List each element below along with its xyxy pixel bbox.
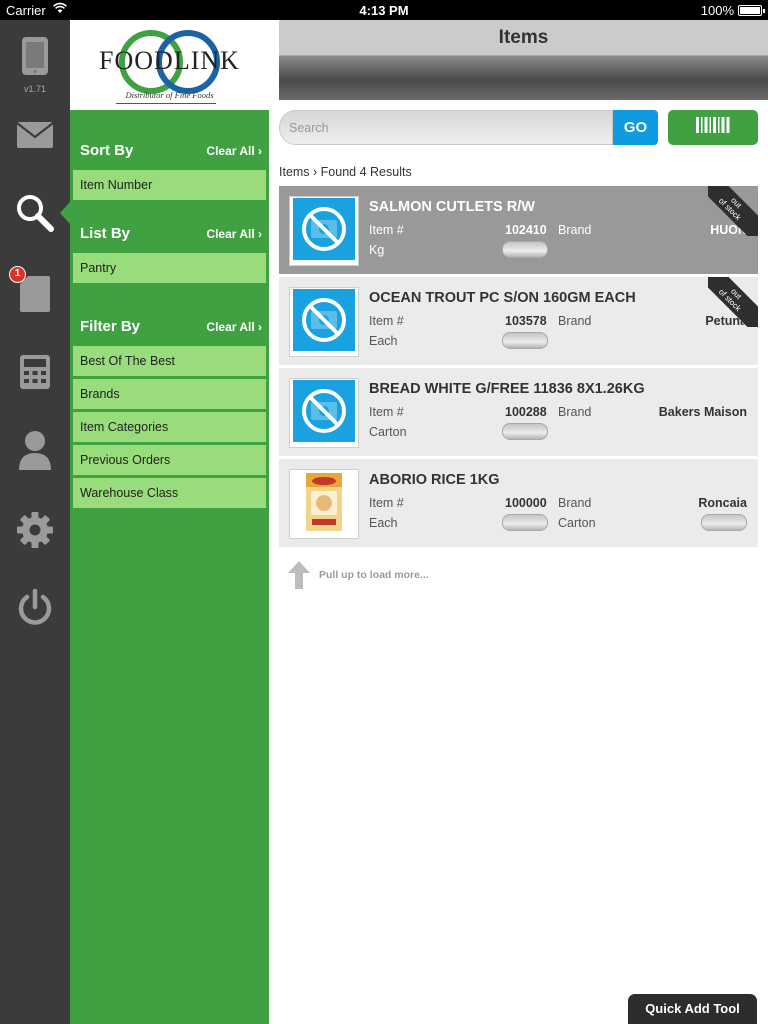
- item-thumbnail: [289, 469, 359, 539]
- search-input[interactable]: [289, 118, 599, 138]
- quantity-pill[interactable]: [502, 423, 548, 440]
- brand-label: Brand: [558, 496, 592, 510]
- clock: 4:13 PM: [359, 3, 409, 18]
- items-content: Items GO Items › Found 4 Results SALMON …: [279, 20, 768, 1024]
- user-icon[interactable]: [0, 420, 70, 480]
- breadcrumb: Items › Found 4 Results: [279, 165, 412, 179]
- item-number: 100000: [505, 496, 547, 510]
- rice-package-image: [304, 471, 344, 538]
- list-by-title: List By: [80, 225, 131, 242]
- list-item[interactable]: BREAD WHITE G/FREE 11836 8X1.26KG Item #…: [279, 368, 758, 456]
- notification-badge: 1: [9, 266, 26, 283]
- status-bar: Carrier 4:13 PM 100%: [0, 0, 768, 20]
- item-name: OCEAN TROUT PC S/ON 160GM EACH: [369, 290, 636, 306]
- list-item[interactable]: SALMON CUTLETS R/W Item # 102410 Brand H…: [279, 186, 758, 274]
- quantity-pill[interactable]: [502, 241, 548, 258]
- tablet-icon[interactable]: [0, 26, 70, 86]
- calculator-icon[interactable]: [0, 342, 70, 402]
- power-icon[interactable]: [0, 578, 70, 638]
- filter-option-warehouse-class[interactable]: Warehouse Class: [73, 478, 266, 508]
- barcode-icon: [696, 117, 730, 138]
- brand-name: Bakers Maison: [658, 405, 747, 419]
- foodlink-logo: FOODLINK Distributor of Fine Foods: [70, 20, 269, 110]
- filter-by-title: Filter By: [80, 318, 141, 335]
- out-of-stock-ribbon: out of stock: [708, 277, 758, 327]
- no-image-icon: [293, 197, 355, 265]
- active-indicator: [60, 202, 70, 224]
- item-number: 102410: [505, 223, 547, 237]
- pull-up-text: Pull up to load more...: [319, 569, 429, 581]
- item-thumbnail: [289, 196, 359, 266]
- filter-by-header: Filter By Clear All ›: [70, 316, 269, 340]
- nav-rail: v1.71 1: [0, 20, 70, 1024]
- mail-icon[interactable]: [0, 105, 70, 165]
- list-by-header: List By Clear All ›: [70, 223, 269, 247]
- item-name: SALMON CUTLETS R/W: [369, 199, 535, 215]
- unit-label: Each: [369, 334, 398, 348]
- unit-label: Kg: [369, 243, 385, 257]
- battery-icon: [738, 5, 765, 16]
- filter-option-brands[interactable]: Brands: [73, 379, 266, 409]
- sort-by-title: Sort By: [80, 142, 134, 159]
- item-name: BREAD WHITE G/FREE 11836 8X1.26KG: [369, 381, 645, 397]
- brand-name: Roncaia: [698, 496, 747, 510]
- search-box: [279, 110, 613, 145]
- list-item[interactable]: OCEAN TROUT PC S/ON 160GM EACH Item # 10…: [279, 277, 758, 365]
- app-version: v1.71: [23, 84, 47, 94]
- filter-option-previous-orders[interactable]: Previous Orders: [73, 445, 266, 475]
- item-thumbnail: [289, 378, 359, 448]
- unit-label-secondary: Carton: [558, 516, 596, 530]
- quantity-pill[interactable]: [502, 332, 548, 349]
- item-number-label: Item #: [369, 496, 404, 510]
- unit-label: Each: [369, 516, 398, 530]
- out-of-stock-ribbon: out of stock: [708, 186, 758, 236]
- list-item[interactable]: ABORIO RICE 1KG Item # 100000 Brand Ronc…: [279, 459, 758, 547]
- barcode-scan-button[interactable]: [668, 110, 758, 145]
- item-thumbnail: [289, 287, 359, 357]
- brand-label: Brand: [558, 405, 592, 419]
- page-title: Items: [498, 27, 549, 48]
- filter-panel: FOODLINK Distributor of Fine Foods Sort …: [70, 20, 269, 1024]
- unit-label: Carton: [369, 425, 407, 439]
- brand-label: Brand: [558, 223, 592, 237]
- quantity-pill[interactable]: [502, 514, 548, 531]
- item-number: 103578: [505, 314, 547, 328]
- list-by-clear-all-link[interactable]: Clear All ›: [206, 227, 262, 241]
- sort-by-header: Sort By Clear All ›: [70, 140, 269, 164]
- logo-tagline: Distributor of Fine Foods: [125, 90, 214, 100]
- filter-option-best-of-the-best[interactable]: Best Of The Best: [73, 346, 266, 376]
- item-number-label: Item #: [369, 314, 404, 328]
- item-number-label: Item #: [369, 223, 404, 237]
- gear-icon[interactable]: [0, 500, 70, 560]
- filter-by-clear-all-link[interactable]: Clear All ›: [206, 320, 262, 334]
- brand-label: Brand: [558, 314, 592, 328]
- sort-option-item-number[interactable]: Item Number: [73, 170, 266, 200]
- sort-by-clear-all-link[interactable]: Clear All ›: [206, 144, 262, 158]
- filter-option-item-categories[interactable]: Item Categories: [73, 412, 266, 442]
- pull-up-to-load: Pull up to load more...: [287, 560, 587, 590]
- no-image-icon: [293, 288, 355, 356]
- quick-add-tool-button[interactable]: Quick Add Tool: [628, 994, 757, 1024]
- list-option-pantry[interactable]: Pantry: [73, 253, 266, 283]
- no-image-icon: [293, 379, 355, 447]
- item-number-label: Item #: [369, 405, 404, 419]
- logo-rule: [116, 103, 216, 104]
- logo-wordmark: FOODLINK: [99, 46, 240, 75]
- item-number: 100288: [505, 405, 547, 419]
- go-button[interactable]: GO: [613, 110, 658, 145]
- title-bar: Items: [279, 20, 768, 100]
- battery-percent: 100%: [700, 3, 734, 18]
- quantity-pill-secondary[interactable]: [701, 514, 747, 531]
- item-name: ABORIO RICE 1KG: [369, 472, 500, 488]
